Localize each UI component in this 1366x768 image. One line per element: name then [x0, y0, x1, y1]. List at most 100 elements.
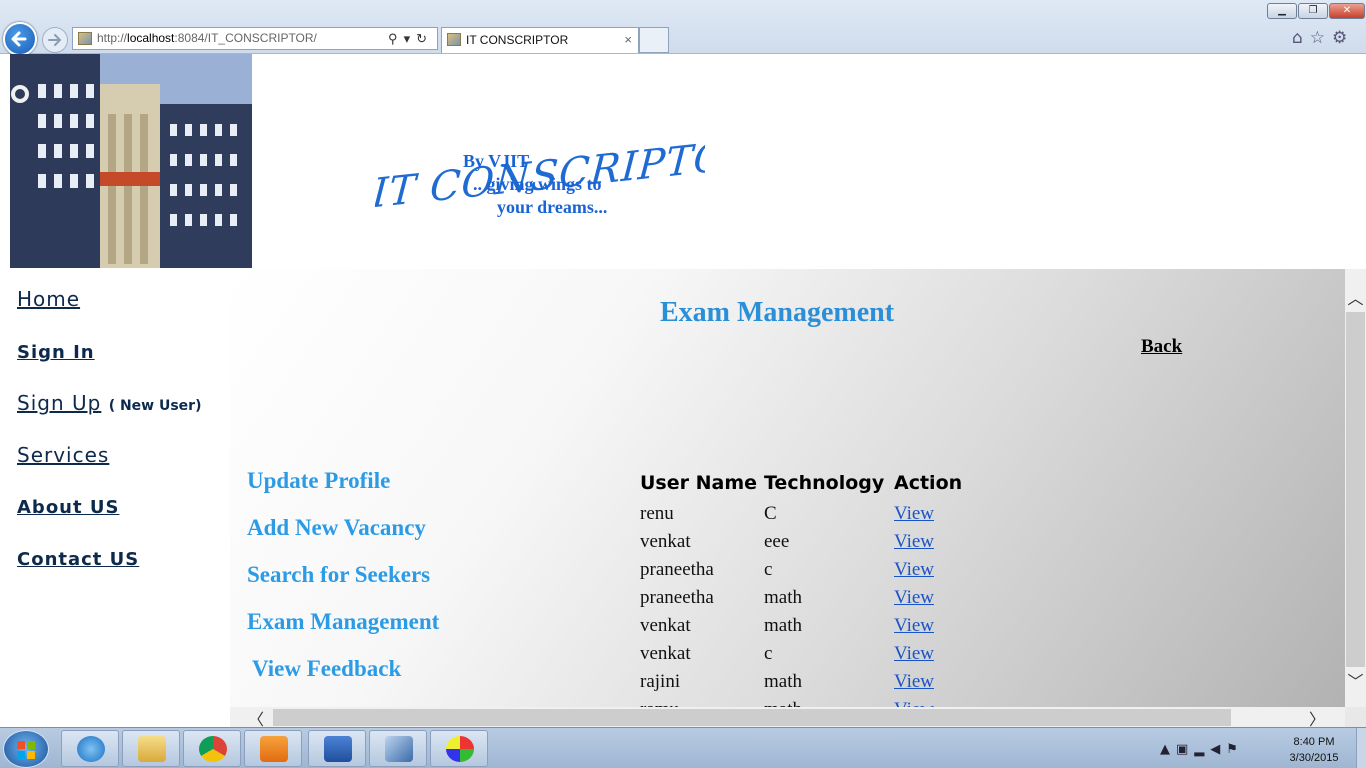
windows-logo-icon [17, 741, 35, 759]
home-icon[interactable]: ⌂ [1292, 28, 1310, 48]
taskbar-virtualbox[interactable] [369, 730, 427, 767]
internet-explorer-icon [77, 736, 105, 762]
taskbar-media-player[interactable] [244, 730, 302, 767]
action-center-flag-icon[interactable]: ⚑ [1226, 742, 1244, 757]
sidebar-item-sign-up-row: Sign Up ( New User) [17, 391, 201, 415]
clock-date: 3/30/2015 [1289, 752, 1339, 764]
cell-technology: c [764, 643, 773, 664]
paint-palette-icon [446, 736, 474, 762]
windows-taskbar: ▲▣▂◀⚑ 8:40 PM 3/30/2015 [0, 727, 1366, 768]
view-link[interactable]: View [894, 615, 934, 637]
cell-user-name: praneetha [640, 559, 714, 580]
scrollbar-corner [1345, 707, 1366, 727]
system-clock[interactable]: 8:40 PM 3/30/2015 [1280, 734, 1348, 766]
cell-technology: C [764, 503, 777, 524]
browser-tab[interactable]: IT CONSCRIPTOR × [441, 27, 639, 53]
column-header-user-name: User Name [640, 472, 758, 494]
cell-technology: math [764, 671, 802, 692]
view-link[interactable]: View [894, 559, 934, 581]
cell-user-name: ramu [640, 699, 679, 707]
menu-exam-management[interactable]: Exam Management [247, 609, 439, 635]
scroll-up-arrow-icon[interactable]: ︿ [1345, 285, 1366, 309]
toolbar-icons: ⌂☆⚙ [1292, 28, 1354, 48]
cell-user-name: venkat [640, 615, 691, 636]
site-header: IT CONSCRIPTOR By VJIT .. giving wings t… [0, 54, 1366, 269]
taskbar-file-explorer[interactable] [122, 730, 180, 767]
tab-favicon-icon [447, 33, 461, 46]
campus-building-image [10, 54, 252, 268]
column-header-technology: Technology [764, 472, 885, 494]
browser-toolbar: http://localhost:8084/IT_CONSCRIPTOR/ ⚲▾… [0, 0, 1366, 56]
menu-update-profile[interactable]: Update Profile [247, 468, 390, 494]
url-host: localhost [127, 31, 175, 45]
network-signal-icon[interactable]: ▂ [1194, 742, 1210, 757]
column-header-action: Action [894, 472, 963, 494]
chrome-icon [199, 736, 227, 762]
maximize-button[interactable]: ❐ [1298, 3, 1328, 19]
start-button[interactable] [3, 730, 49, 768]
view-link[interactable]: View [894, 699, 934, 707]
taskbar-word[interactable] [308, 730, 366, 767]
address-bar[interactable]: http://localhost:8084/IT_CONSCRIPTOR/ ⚲▾… [72, 27, 438, 50]
sidebar-item-about[interactable]: About US [17, 497, 119, 518]
settings-gear-icon[interactable]: ⚙ [1332, 28, 1354, 48]
show-hidden-icons-icon[interactable]: ▲ [1160, 742, 1176, 757]
volume-icon[interactable]: ◀ [1210, 742, 1226, 757]
show-desktop-button[interactable] [1356, 728, 1366, 768]
cell-technology: math [764, 699, 802, 707]
taskbar-chrome[interactable] [183, 730, 241, 767]
cell-technology: math [764, 615, 802, 636]
view-link[interactable]: View [894, 531, 934, 553]
minimize-button[interactable]: ▁ [1267, 3, 1297, 19]
cube-icon [385, 736, 413, 762]
forward-arrow-icon[interactable] [42, 27, 68, 53]
cell-technology: eee [764, 531, 790, 552]
tagline-line-3: your dreams... [497, 197, 608, 217]
new-tab-button[interactable] [639, 27, 669, 53]
taskbar-paint[interactable] [430, 730, 488, 767]
word-icon [324, 736, 352, 762]
sidebar-item-sign-up[interactable]: Sign Up [17, 391, 101, 415]
view-link[interactable]: View [894, 587, 934, 609]
horizontal-scroll-thumb[interactable] [273, 709, 1231, 726]
tab-close-icon[interactable]: × [624, 28, 632, 52]
back-link[interactable]: Back [1141, 336, 1182, 358]
tab-title: IT CONSCRIPTOR [466, 33, 569, 47]
scroll-down-arrow-icon[interactable]: ﹀ [1345, 668, 1366, 692]
device-icon[interactable]: ▣ [1176, 742, 1194, 757]
view-link[interactable]: View [894, 671, 934, 693]
cell-technology: c [764, 559, 773, 580]
main-content: Exam Management Back Update Profile Add … [230, 269, 1345, 707]
sidebar-item-contact[interactable]: Contact US [17, 549, 139, 570]
favorites-star-icon[interactable]: ☆ [1310, 28, 1332, 48]
tagline: By VJIT .. giving wings to your dreams..… [463, 150, 607, 219]
favicon-icon [78, 32, 92, 45]
search-refresh-icons[interactable]: ⚲▾↻ [388, 28, 433, 49]
taskbar-internet-explorer[interactable] [61, 730, 119, 767]
new-user-note: ( New User) [108, 398, 202, 414]
url-prefix: http:// [97, 31, 128, 45]
menu-add-new-vacancy[interactable]: Add New Vacancy [247, 515, 426, 541]
system-tray: ▲▣▂◀⚑ [1160, 742, 1244, 757]
sidebar-item-services[interactable]: Services [17, 443, 109, 467]
close-window-button[interactable]: ✕ [1329, 3, 1365, 19]
media-player-icon [260, 736, 288, 762]
view-link[interactable]: View [894, 503, 934, 525]
menu-view-feedback[interactable]: View Feedback [252, 656, 401, 682]
menu-search-for-seekers[interactable]: Search for Seekers [247, 562, 430, 588]
cell-user-name: renu [640, 503, 674, 524]
back-arrow-icon[interactable] [3, 22, 37, 56]
cell-user-name: praneetha [640, 587, 714, 608]
cell-technology: math [764, 587, 802, 608]
sidebar-item-home[interactable]: Home [17, 287, 80, 311]
view-link[interactable]: View [894, 643, 934, 665]
url-path: :8084/IT_CONSCRIPTOR/ [174, 31, 317, 45]
cell-user-name: venkat [640, 643, 691, 664]
clock-time: 8:40 PM [1293, 736, 1335, 748]
sidebar-nav: Home Sign In Sign Up ( New User) Service… [0, 269, 230, 707]
page-title: Exam Management [660, 297, 895, 328]
tagline-line-2: .. giving wings to [473, 174, 602, 194]
vertical-scroll-thumb[interactable] [1346, 312, 1365, 667]
folder-icon [138, 736, 166, 762]
sidebar-item-sign-in[interactable]: Sign In [17, 342, 95, 363]
